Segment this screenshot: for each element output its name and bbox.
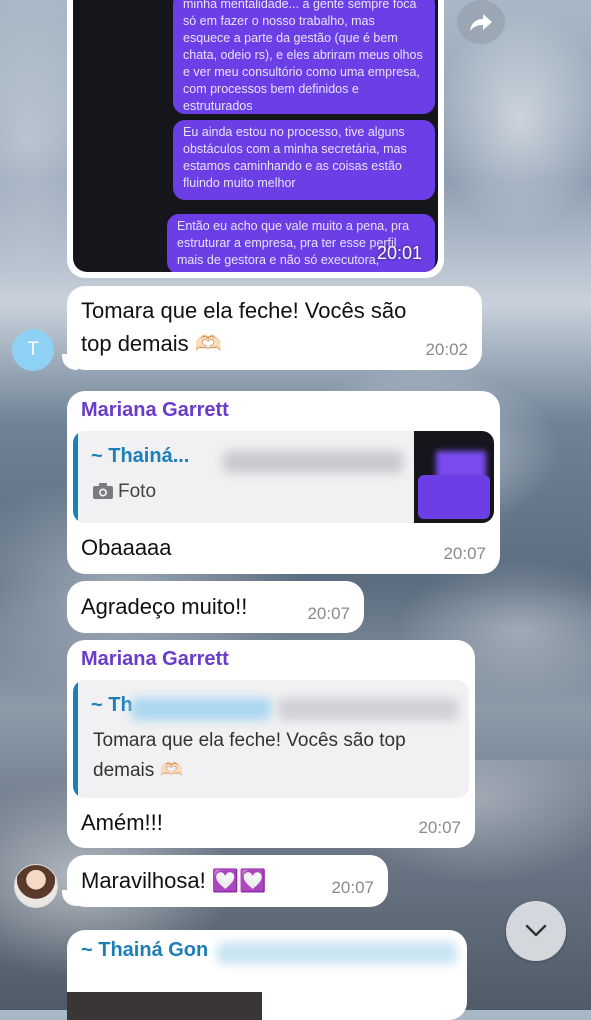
- thumbnail-bubble: [418, 475, 490, 519]
- message-bubble[interactable]: Mariana Garrett ~ Th Tomara que ela fech…: [67, 640, 475, 848]
- reply-preview[interactable]: ~ Th Tomara que ela feche! Vocês são top…: [73, 680, 469, 798]
- image-chat-bubble-1: minha mentalidade... a gente sempre foca…: [173, 0, 435, 114]
- message-text: Maravilhosa! 💟💟: [81, 868, 267, 893]
- message-time: 20:02: [425, 340, 468, 359]
- message-text-line: top demais 🫶🏻: [81, 331, 223, 356]
- camera-icon: [93, 483, 113, 499]
- blurred-phone-number: [278, 698, 458, 720]
- screenshot-image[interactable]: minha mentalidade... a gente sempre foca…: [73, 0, 438, 272]
- image-message-bubble[interactable]: minha mentalidade... a gente sempre foca…: [67, 0, 444, 278]
- blurred-phone-number: [223, 451, 403, 473]
- message-text: Amém!!!: [81, 810, 163, 835]
- message-time: 20:07: [307, 604, 350, 623]
- image-preview[interactable]: [67, 992, 262, 1020]
- image-time: 20:01: [376, 243, 422, 263]
- reply-sender-name: ~ Thainá...: [91, 445, 190, 467]
- reply-photo-label: Foto: [118, 481, 157, 502]
- blurred-contact-name: [131, 698, 271, 720]
- sender-name: Mariana Garrett: [81, 648, 229, 670]
- message-time: 20:07: [331, 878, 374, 897]
- reply-accent-bar: [73, 431, 78, 523]
- message-time: 20:07: [443, 544, 486, 563]
- message-text: Agradeço muito!!: [81, 594, 248, 619]
- scroll-to-bottom-button[interactable]: [506, 901, 566, 961]
- message-bubble[interactable]: ~ Thainá Gon: [67, 930, 467, 1020]
- blurred-contact-name: [217, 942, 457, 964]
- message-text-line: Tomara que ela feche! Vocês são: [81, 298, 407, 323]
- sender-name: Mariana Garrett: [81, 399, 229, 421]
- reply-preview[interactable]: ~ Thainá... Foto: [73, 431, 494, 523]
- reply-accent-bar: [73, 680, 78, 798]
- reply-text-line: Tomara que ela feche! Vocês são top: [93, 730, 406, 751]
- avatar[interactable]: T: [12, 329, 54, 371]
- message-bubble[interactable]: Mariana Garrett ~ Thainá... Foto Obaaaaa…: [67, 391, 500, 574]
- forward-button[interactable]: [457, 0, 505, 44]
- message-bubble[interactable]: Tomara que ela feche! Vocês são top dema…: [67, 286, 482, 370]
- message-bubble[interactable]: Agradeço muito!! 20:07: [67, 581, 364, 633]
- avatar[interactable]: [14, 864, 58, 908]
- reply-thumbnail: [414, 431, 494, 523]
- chevron-down-icon: [525, 924, 547, 937]
- reply-text-line: demais 🫶🏻: [93, 760, 184, 781]
- message-bubble[interactable]: Maravilhosa! 💟💟 20:07: [67, 855, 388, 907]
- message-text: Obaaaaa: [81, 535, 172, 560]
- image-chat-bubble-2: Eu ainda estou no processo, tive alguns …: [173, 120, 435, 200]
- message-time: 20:07: [418, 818, 461, 837]
- forward-arrow-icon: [470, 14, 492, 31]
- reply-sender-name: ~ Th: [91, 694, 133, 716]
- sender-name: ~ Thainá Gon: [81, 939, 209, 961]
